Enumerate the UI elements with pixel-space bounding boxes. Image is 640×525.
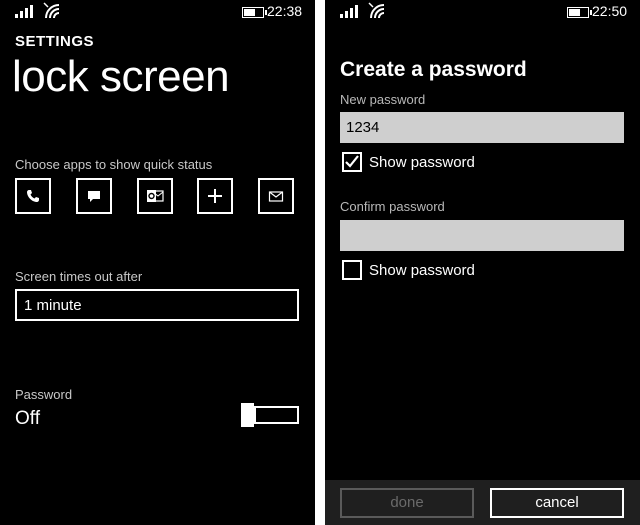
signal-strength-icon bbox=[340, 5, 358, 18]
messaging-icon bbox=[88, 191, 100, 202]
status-time: 22:50 bbox=[592, 3, 628, 19]
battery-icon bbox=[242, 7, 267, 18]
signal-strength-icon bbox=[15, 5, 33, 18]
quick-status-messaging[interactable] bbox=[76, 178, 112, 214]
app-bar: done cancel bbox=[325, 480, 640, 525]
wifi-icon bbox=[368, 2, 385, 19]
timeout-dropdown[interactable]: 1 minute bbox=[15, 289, 299, 321]
page-title: lock screen bbox=[12, 52, 230, 101]
app-name: SETTINGS bbox=[15, 33, 95, 50]
show-password-checkbox-new[interactable] bbox=[342, 152, 362, 172]
new-password-label: New password bbox=[340, 92, 426, 107]
toggle-thumb bbox=[241, 403, 254, 427]
new-password-field[interactable]: 1234 bbox=[340, 112, 624, 143]
quick-status-outlook[interactable] bbox=[137, 178, 173, 214]
status-bar: 22:50 bbox=[325, 0, 640, 24]
status-time: 22:38 bbox=[267, 3, 303, 19]
quick-status-add[interactable] bbox=[197, 178, 233, 214]
phone-icon bbox=[27, 190, 39, 202]
done-button[interactable]: done bbox=[340, 488, 474, 518]
quick-status-mail[interactable] bbox=[258, 178, 294, 214]
password-toggle[interactable] bbox=[241, 403, 299, 427]
outlook-icon bbox=[147, 190, 164, 202]
battery-icon bbox=[567, 7, 592, 18]
password-state: Off bbox=[15, 408, 40, 429]
show-password-label-confirm: Show password bbox=[369, 262, 475, 279]
status-bar: 22:38 bbox=[0, 0, 315, 24]
quick-status-phone[interactable] bbox=[15, 178, 51, 214]
lock-screen-settings: 22:38 SETTINGS lock screen Choose apps t… bbox=[0, 0, 315, 525]
show-password-label-new: Show password bbox=[369, 154, 475, 171]
mail-icon bbox=[268, 191, 284, 202]
dialog-title: Create a password bbox=[340, 58, 527, 81]
wifi-icon bbox=[43, 2, 60, 19]
password-label: Password bbox=[15, 387, 73, 402]
quick-status-label: Choose apps to show quick status bbox=[15, 157, 213, 172]
show-password-checkbox-confirm[interactable] bbox=[342, 260, 362, 280]
add-icon bbox=[208, 189, 222, 203]
confirm-password-field[interactable] bbox=[340, 220, 624, 251]
toggle-track bbox=[254, 406, 299, 424]
timeout-label: Screen times out after bbox=[15, 269, 143, 284]
screen-divider bbox=[315, 0, 325, 525]
confirm-password-label: Confirm password bbox=[340, 199, 445, 214]
create-password-screen: 22:50 Create a password New password 123… bbox=[325, 0, 640, 525]
cancel-button[interactable]: cancel bbox=[490, 488, 624, 518]
checkmark-icon bbox=[345, 155, 359, 168]
